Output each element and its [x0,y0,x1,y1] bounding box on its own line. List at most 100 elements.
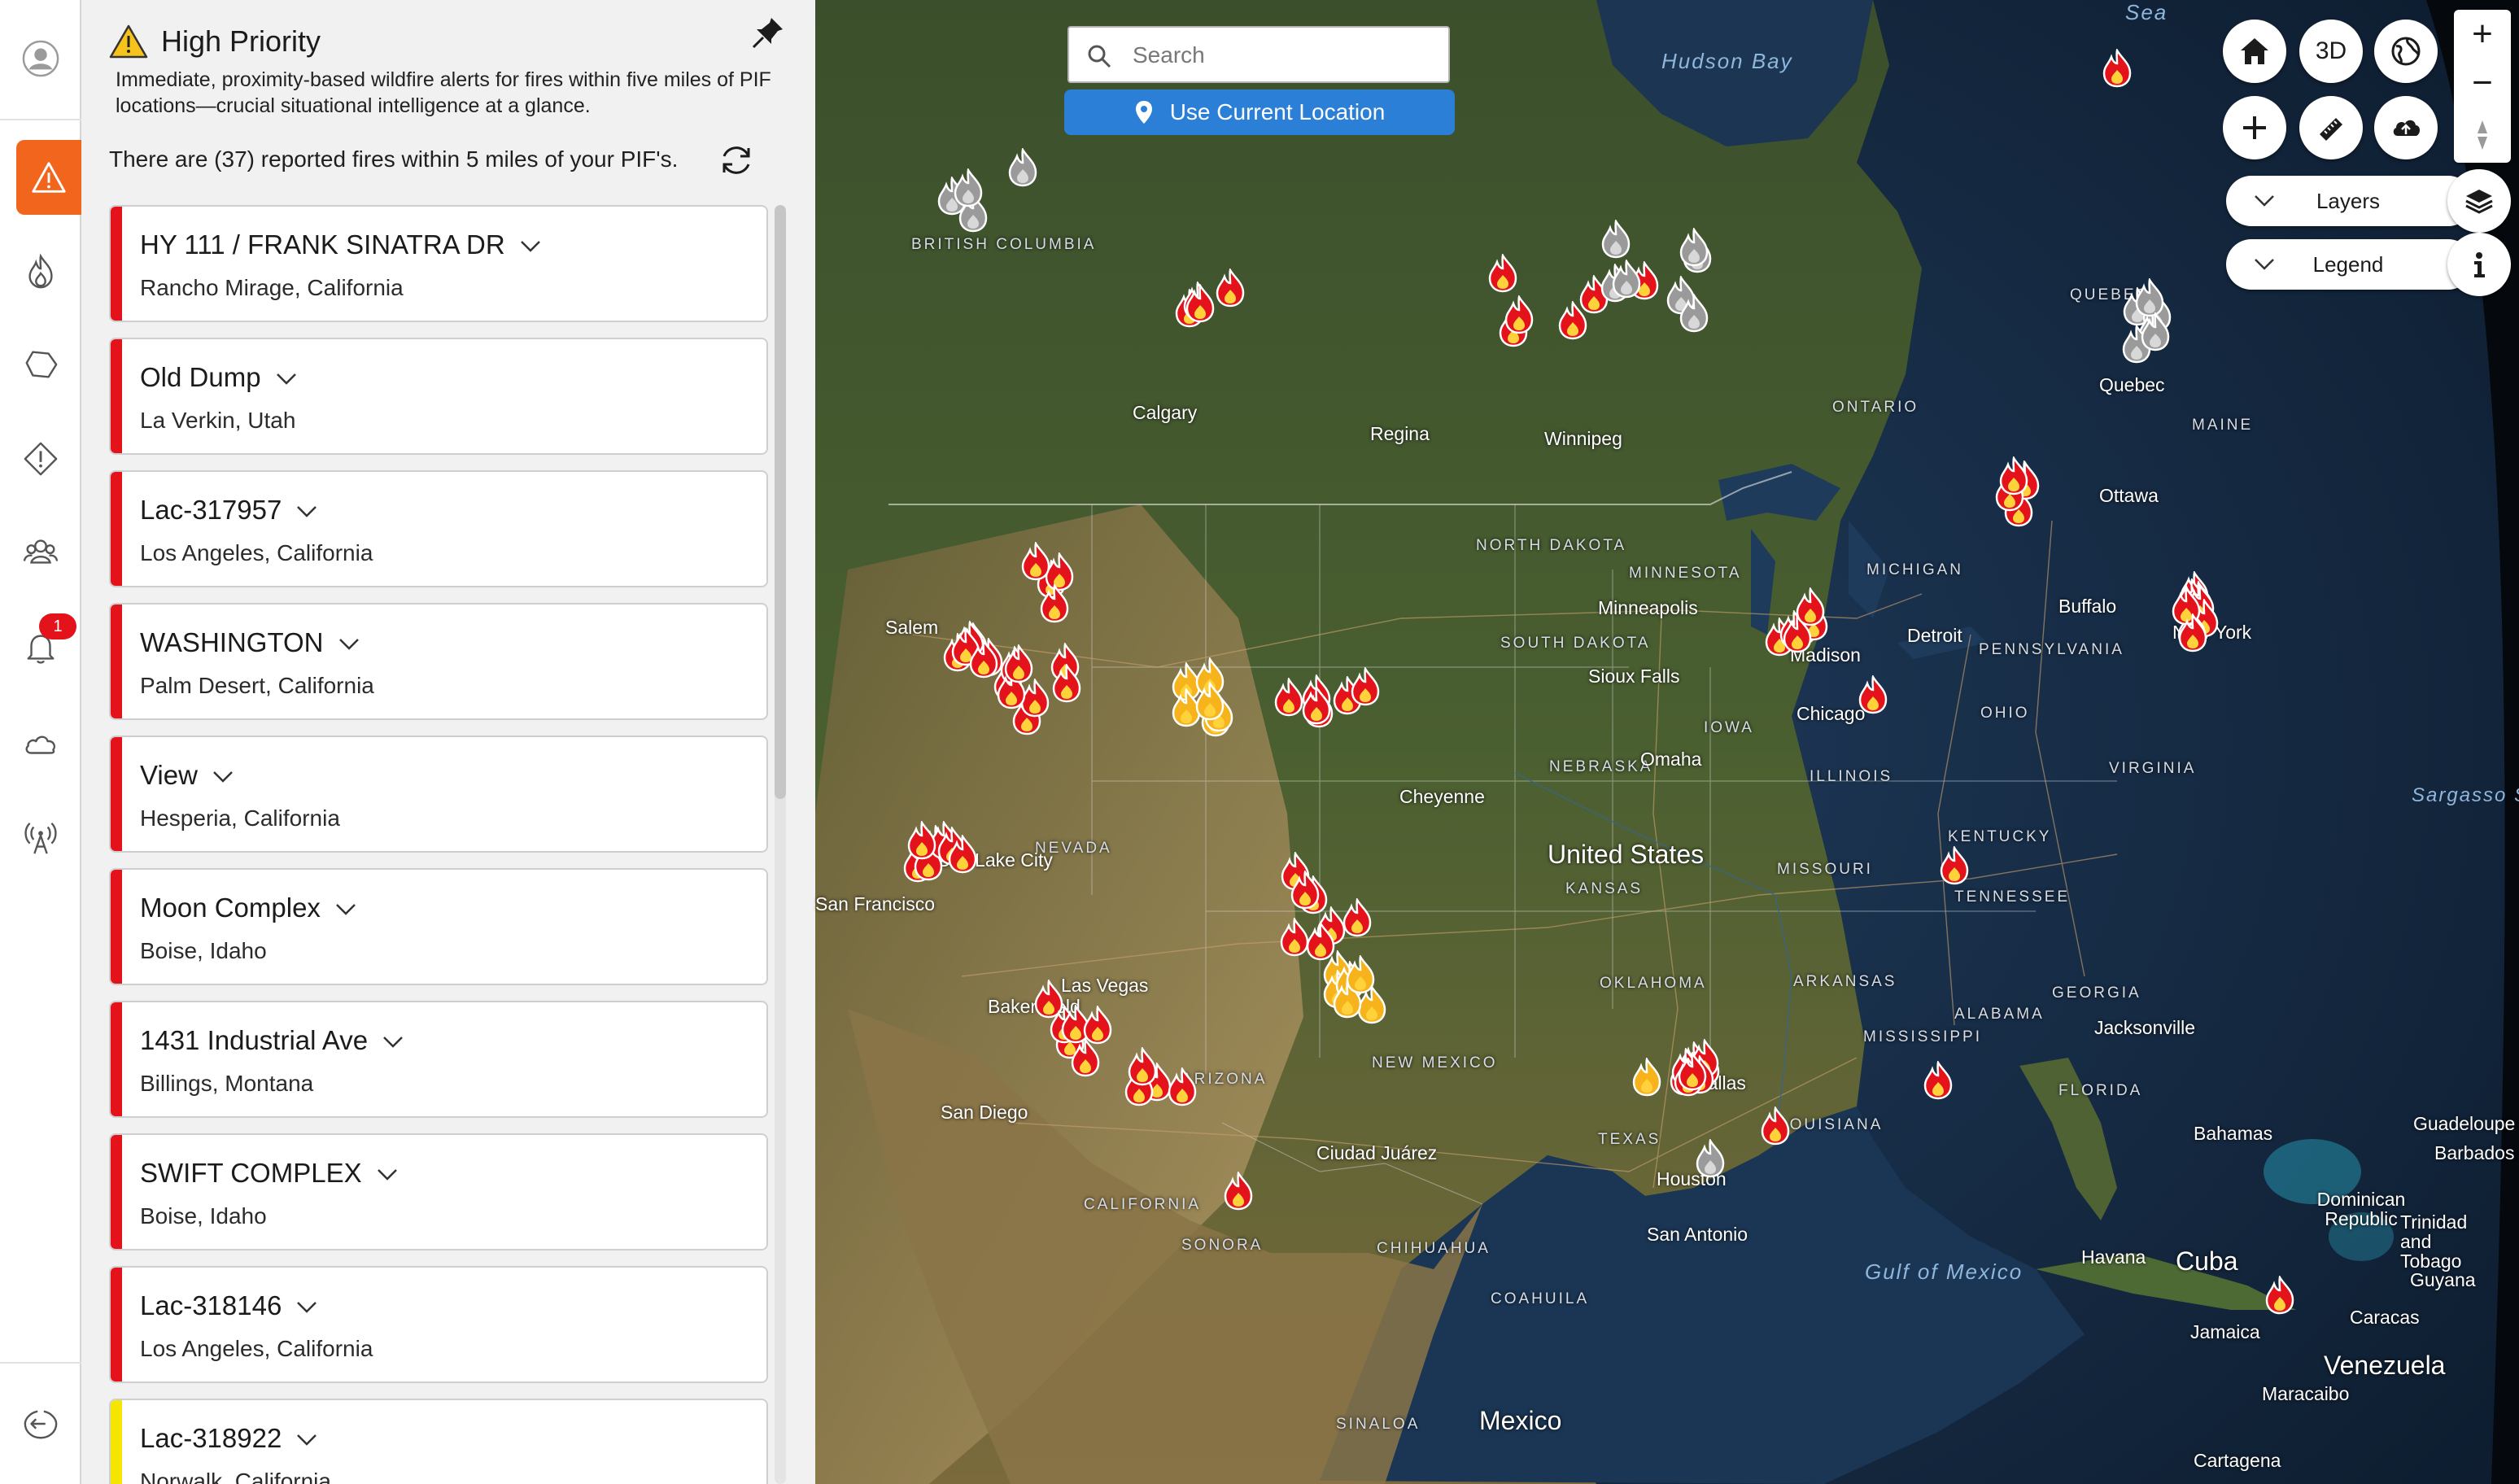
contained-fire-marker[interactable] [2133,278,2166,317]
zoom-in-button[interactable]: + [2454,10,2511,59]
active-fire-marker[interactable] [1278,918,1311,957]
rail-fires-button[interactable] [0,236,81,308]
active-fire-marker[interactable] [2101,49,2133,88]
rail-tower-button[interactable] [0,802,81,874]
fire-card[interactable]: Moon Complex Boise, Idaho [109,868,768,985]
layers-toggle[interactable]: Layers [2226,176,2473,226]
chevron-down-icon[interactable] [296,1301,317,1314]
map-label-ohio: OHIO [1980,705,2030,722]
add-button[interactable] [2223,96,2286,159]
fire-card[interactable]: Lac-318922 Norwalk, California [109,1399,768,1484]
active-fire-marker[interactable] [2264,1276,2296,1315]
contained-fire-marker[interactable] [1006,147,1039,187]
active-fire-marker[interactable] [1019,542,1052,581]
fire-card[interactable]: WASHINGTON Palm Desert, California [109,603,768,720]
chevron-down-icon[interactable] [296,505,317,518]
chevron-down-icon[interactable] [338,638,360,651]
active-fire-marker[interactable] [1300,686,1333,725]
active-fire-marker[interactable] [1503,295,1535,334]
alert-triangle-icon [32,162,66,193]
zoom-controls: + − [2454,10,2511,163]
contained-fire-marker[interactable] [2139,312,2172,351]
fire-card[interactable]: HY 111 / FRANK SINATRA DR Rancho Mirage, … [109,205,768,322]
search-box[interactable] [1067,26,1450,83]
chevron-down-icon[interactable] [212,770,234,783]
contained-fire-marker[interactable] [1678,228,1710,267]
contained-fire-marker[interactable] [1694,1139,1727,1178]
active-fire-marker[interactable] [1341,897,1373,937]
fire-name: HY 111 / FRANK SINATRA DR [140,229,541,260]
active-fire-marker[interactable] [1349,667,1382,706]
toggle-3d-button[interactable]: 3D [2299,20,2363,83]
active-fire-marker[interactable] [1194,682,1226,721]
active-fire-marker[interactable] [1289,871,1321,910]
active-fire-marker[interactable] [1166,1067,1198,1106]
rail-alerts-button[interactable] [16,140,81,215]
fire-name-text: Lac-318922 [140,1423,282,1453]
upload-button[interactable] [2374,96,2438,159]
active-fire-marker[interactable] [1184,284,1216,323]
active-fire-marker[interactable] [906,820,938,860]
active-fire-marker[interactable] [2176,613,2209,653]
fire-name: View [140,760,234,791]
active-fire-marker[interactable] [1676,1052,1709,1091]
rail-weather-button[interactable] [0,708,81,779]
active-fire-marker[interactable] [1081,1006,1114,1045]
contained-fire-marker[interactable] [1600,219,1632,259]
contained-fire-marker[interactable] [1678,294,1710,333]
legend-toggle[interactable]: Legend [2226,239,2473,290]
fire-card[interactable]: Old Dump La Verkin, Utah [109,338,768,455]
active-fire-marker[interactable] [946,835,979,874]
panel-scrollbar-thumb[interactable] [775,205,786,799]
active-fire-marker[interactable] [1922,1061,1954,1100]
refresh-icon[interactable] [716,140,757,181]
active-fire-marker[interactable] [1857,675,1889,714]
active-fire-marker[interactable] [1759,1106,1792,1146]
rail-areas-button[interactable] [0,329,81,400]
active-fire-marker[interactable] [1631,1058,1663,1097]
rail-groups-button[interactable] [0,516,81,587]
active-fire-marker[interactable] [1938,846,1971,885]
map-label-oklahoma: OKLAHOMA [1600,975,1707,992]
fire-card[interactable]: 1431 Industrial Ave Billings, Montana [109,1001,768,1118]
map-label-omaha: Omaha [1640,749,1702,770]
warning-triangle-icon [109,24,148,59]
active-fire-marker[interactable] [1214,268,1246,308]
pin-icon[interactable] [750,15,786,50]
contained-fire-marker[interactable] [1610,260,1643,299]
active-fire-marker[interactable] [1002,644,1035,683]
chevron-down-icon[interactable] [382,1036,404,1049]
fire-card[interactable]: SWIFT COMPLEX Boise, Idaho [109,1133,768,1250]
chevron-down-icon[interactable] [276,373,297,386]
chevron-down-icon[interactable] [377,1168,398,1181]
use-current-location-button[interactable]: Use Current Location [1064,89,1455,135]
layers-button[interactable] [2447,169,2511,233]
fire-card[interactable]: Lac-318146 Los Angeles, California [109,1266,768,1383]
compass-button[interactable] [2454,111,2511,159]
chevron-down-icon[interactable] [520,240,541,253]
legend-info-button[interactable] [2447,233,2511,296]
home-button[interactable] [2223,20,2286,83]
active-fire-marker[interactable] [1038,584,1071,623]
chevron-down-icon[interactable] [296,1434,317,1447]
search-input[interactable] [1131,28,1443,83]
chevron-down-icon[interactable] [335,903,356,916]
active-fire-marker[interactable] [1050,663,1083,703]
fire-card[interactable]: View Hesperia, California [109,735,768,853]
zoom-out-button[interactable]: − [2454,59,2511,107]
rail-warnings-button[interactable] [0,423,81,495]
logout-button[interactable] [0,1388,81,1460]
fire-card[interactable]: Lac-317957 Los Angeles, California [109,470,768,587]
measure-button[interactable] [2299,96,2363,159]
user-avatar-button[interactable] [0,23,81,94]
active-fire-marker[interactable] [1126,1047,1159,1086]
globe-button[interactable] [2374,20,2438,83]
fire-name: Old Dump [140,362,297,393]
map-label-tennessee: TENNESSEE [1954,888,2071,906]
active-fire-marker[interactable] [1794,587,1827,626]
active-fire-marker[interactable] [1997,456,2030,495]
active-fire-marker[interactable] [1222,1172,1255,1211]
active-fire-marker[interactable] [1487,254,1519,293]
contained-fire-marker[interactable] [952,168,984,207]
active-fire-marker[interactable] [1344,954,1377,994]
